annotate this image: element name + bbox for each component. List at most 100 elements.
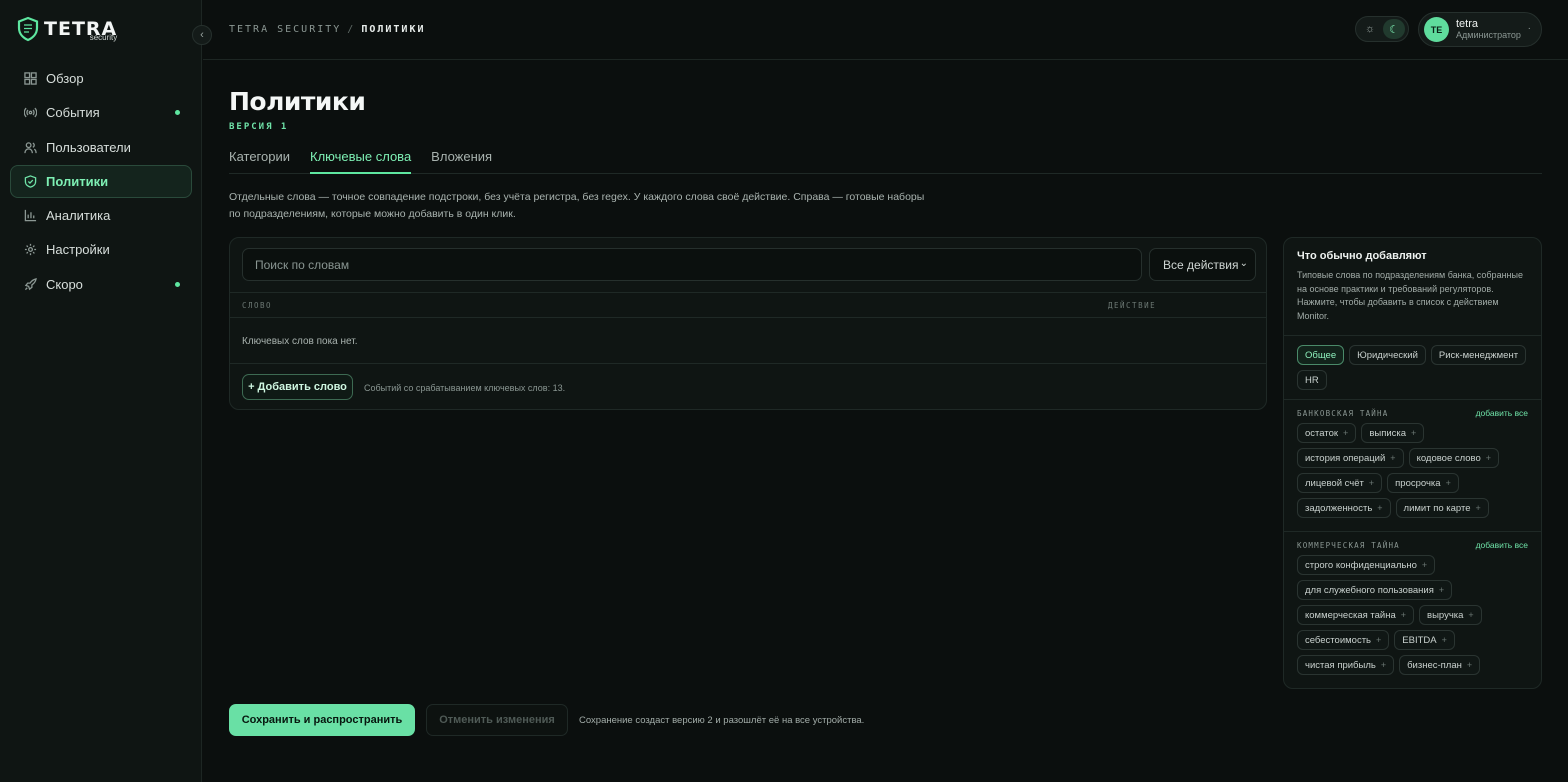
keyword-chip[interactable]: кодовое слово + <box>1408 448 1500 468</box>
keyword-chip[interactable]: остаток + <box>1297 423 1357 443</box>
keyword-chip[interactable]: EBITDA + <box>1394 630 1455 650</box>
action-filter-select[interactable]: Все действия ⌄ <box>1149 248 1256 281</box>
cancel-changes-button: Отменить изменения <box>426 704 568 736</box>
column-word: СЛОВО <box>242 301 273 310</box>
action-filter-value: Все действия <box>1163 257 1239 272</box>
keyword-chip[interactable]: лимит по карте + <box>1395 498 1489 518</box>
empty-state: Ключевых слов пока нет. <box>242 336 358 347</box>
keyword-text: просрочка <box>1395 477 1441 489</box>
keyword-text: чистая прибыль <box>1305 659 1376 671</box>
avatar: TE <box>1424 17 1449 42</box>
save-and-distribute-button[interactable]: Сохранить и распространить <box>229 704 415 736</box>
brand-sub: security <box>89 33 118 42</box>
plus-icon: + <box>1441 635 1447 645</box>
breadcrumb-root[interactable]: TETRA SECURITY <box>229 24 341 35</box>
department-chip-general[interactable]: Общее <box>1297 345 1345 365</box>
more-dot-icon: · <box>1527 23 1531 34</box>
tab-attachments[interactable]: Вложения <box>431 143 492 174</box>
panel-title: Что обычно добавляют <box>1297 250 1427 262</box>
tab-description: Отдельные слова — точное совпадение подс… <box>229 191 925 220</box>
keyword-chip[interactable]: строго конфиденциально + <box>1297 555 1436 575</box>
department-filter: Общее Юридический Риск-менеджмент HR <box>1284 335 1541 399</box>
section-bank-secrecy: БАНКОВСКАЯ ТАЙНА добавить все остаток + в… <box>1284 399 1541 531</box>
keyword-chip[interactable]: выписка + <box>1361 423 1425 443</box>
breadcrumb: TETRA SECURITY / ПОЛИТИКИ <box>229 24 426 35</box>
sidebar-item-policies[interactable]: Политики <box>10 164 192 198</box>
department-chip-hr[interactable]: HR <box>1297 370 1327 390</box>
plus-icon: + <box>1485 453 1492 463</box>
sidebar-item-label: Политики <box>46 173 109 189</box>
sidebar-item-users[interactable]: Пользователи <box>10 131 192 164</box>
keyword-text: выручка <box>1427 609 1464 621</box>
keyword-text: остаток <box>1305 427 1339 439</box>
plus-icon: + <box>1376 635 1382 645</box>
plus-icon: + <box>1438 585 1445 595</box>
sidebar-item-settings[interactable]: Настройки <box>10 233 192 266</box>
plus-icon: + <box>1445 478 1451 488</box>
page-title: Политики <box>229 87 366 116</box>
section-title: КОММЕРЧЕСКАЯ ТАЙНА <box>1297 541 1400 550</box>
sidebar-item-analytics[interactable]: Аналитика <box>10 199 192 232</box>
tab-keywords[interactable]: Ключевые слова <box>310 143 412 174</box>
collapse-sidebar-button[interactable]: ‹ <box>192 25 212 45</box>
sidebar-item-label: Аналитика <box>46 208 111 224</box>
add-all-button[interactable]: добавить все <box>1476 408 1528 418</box>
keywords-card: Поиск по словам Все действия ⌄ СЛОВО ДЕЙ… <box>229 237 1267 410</box>
version-label: ВЕРСИЯ 1 <box>229 122 289 132</box>
add-all-button[interactable]: добавить все <box>1476 540 1528 550</box>
notification-dot <box>175 281 180 287</box>
top-header: TETRA SECURITY / ПОЛИТИКИ ☼ ☾ TE tetra Адм… <box>203 0 1568 60</box>
keyword-text: лицевой счёт <box>1305 477 1364 489</box>
plus-icon: + <box>1411 428 1417 438</box>
gear-icon <box>23 243 37 257</box>
add-word-button[interactable]: + Добавить слово <box>242 374 353 400</box>
plus-icon: + <box>1466 660 1473 670</box>
plus-icon: + <box>1421 560 1428 570</box>
logo[interactable]: TETRA security <box>16 16 117 42</box>
plus-icon: + <box>1475 503 1481 513</box>
keyword-chip[interactable]: задолженность + <box>1297 498 1391 518</box>
panel-description: Типовые слова по подразделениям банка, с… <box>1297 270 1523 321</box>
department-chip-legal[interactable]: Юридический <box>1349 345 1426 365</box>
shield-check-icon <box>23 174 37 188</box>
users-icon <box>23 140 37 154</box>
sidebar-item-overview[interactable]: Обзор <box>10 62 192 95</box>
keyword-text: задолженность <box>1305 502 1373 514</box>
tab-categories[interactable]: Категории <box>229 143 290 174</box>
keyword-chip[interactable]: для служебного пользования + <box>1297 580 1453 600</box>
keyword-text: строго конфиденциально <box>1305 559 1417 571</box>
keyword-chip[interactable]: лицевой счёт + <box>1297 473 1383 493</box>
tetra-shield-icon <box>17 16 39 42</box>
moon-icon[interactable]: ☾ <box>1383 19 1405 39</box>
sun-icon[interactable]: ☼ <box>1359 19 1381 39</box>
table-header: СЛОВО ДЕЙСТВИЕ <box>230 292 1266 318</box>
keyword-text: для служебного пользования <box>1305 584 1434 596</box>
column-action: ДЕЙСТВИЕ <box>1108 301 1157 310</box>
user-role: Администратор <box>1456 30 1521 40</box>
keyword-text: себестоимость <box>1305 634 1371 646</box>
theme-toggle[interactable]: ☼ ☾ <box>1355 16 1409 42</box>
keyword-chip[interactable]: выручка + <box>1419 605 1482 625</box>
keyword-chip[interactable]: бизнес-план + <box>1399 655 1481 675</box>
user-name: tetra <box>1456 18 1479 30</box>
user-menu[interactable]: TE tetra Администратор · <box>1418 12 1542 47</box>
sidebar-nav: Обзор События Пользователи Политики Анал… <box>10 62 192 302</box>
section-commercial-secrecy: КОММЕРЧЕСКАЯ ТАЙНА добавить все строго к… <box>1284 531 1541 688</box>
chevron-left-icon: ‹ <box>200 29 204 41</box>
plus-icon: + <box>1390 453 1396 463</box>
plus-icon: + <box>1380 660 1387 670</box>
keyword-chip[interactable]: история операций + <box>1297 448 1404 468</box>
keyword-text: EBITDA <box>1402 634 1437 646</box>
sidebar-item-soon[interactable]: Скоро <box>10 268 192 301</box>
sidebar-item-events[interactable]: События <box>10 96 192 129</box>
keyword-chip[interactable]: себестоимость + <box>1297 630 1390 650</box>
keyword-chip[interactable]: коммерческая тайна + <box>1297 605 1415 625</box>
breadcrumb-current: ПОЛИТИКИ <box>361 24 426 35</box>
department-chip-risk[interactable]: Риск-менеджмент <box>1430 345 1527 365</box>
keyword-chip[interactable]: просрочка + <box>1387 473 1459 493</box>
keyword-chip[interactable]: чистая прибыль + <box>1297 655 1395 675</box>
policy-tabs: Категории Ключевые слова Вложения <box>229 143 1542 174</box>
plus-icon: + <box>1400 610 1407 620</box>
keyword-text: бизнес-план <box>1407 659 1462 671</box>
search-input[interactable]: Поиск по словам <box>242 248 1142 281</box>
